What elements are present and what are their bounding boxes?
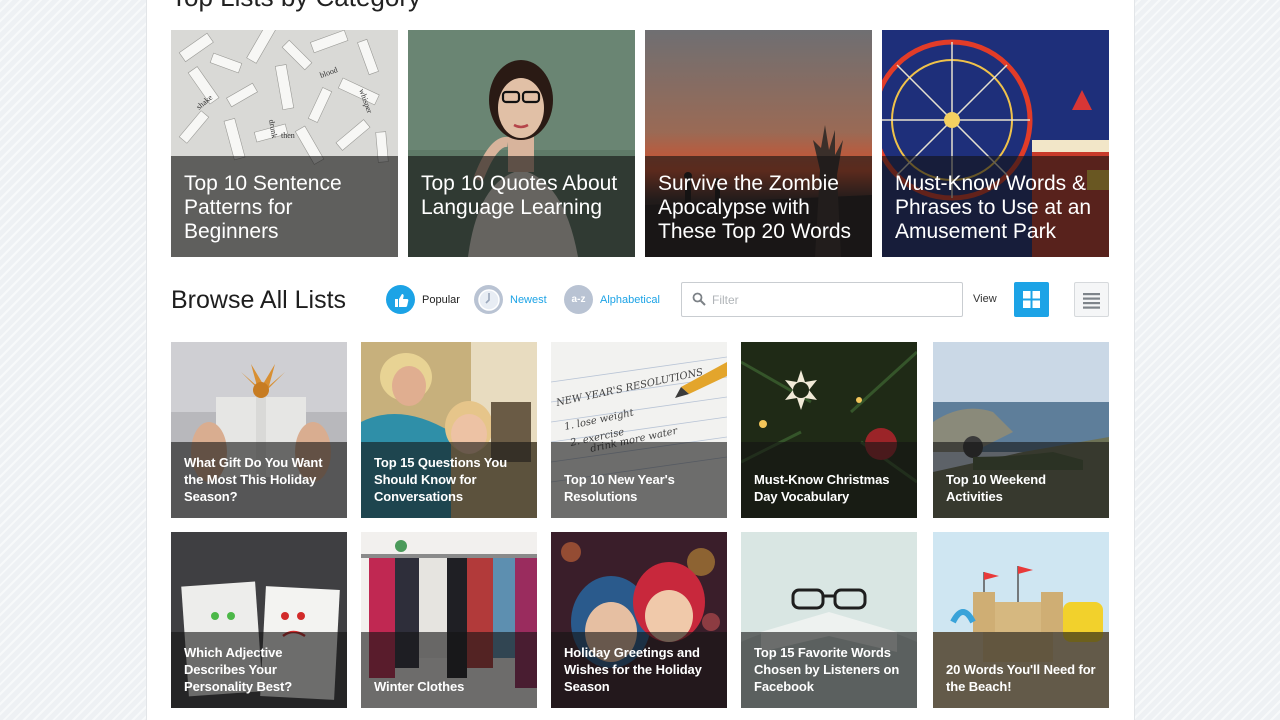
featured-card-sentence-patterns[interactable]: shake drunk blood then whisper Top 10 Se…	[171, 30, 398, 257]
list-card-title: Top 10 Weekend Activities	[946, 472, 1046, 504]
featured-card-amusement-park[interactable]: Must-Know Words & Phrases to Use at an A…	[882, 30, 1109, 257]
grid-view-button[interactable]	[1014, 282, 1049, 317]
list-card-title: Top 10 New Year's Resolutions	[564, 472, 675, 504]
list-card-christmas[interactable]: Must-Know Christmas Day Vocabulary	[741, 342, 917, 518]
list-view-button[interactable]	[1074, 282, 1109, 317]
featured-card-title: Top 10 Quotes About Language Learning	[421, 172, 618, 219]
featured-card-zombie[interactable]: Survive the Zombie Apocalypse with These…	[645, 30, 872, 257]
woman-glasses-image	[408, 30, 635, 257]
list-card-adjective[interactable]: Which Adjective Describes Your Personali…	[171, 532, 347, 708]
list-card-favorite-words[interactable]: Top 15 Favorite Words Chosen by Listener…	[741, 532, 917, 708]
list-card-title: Winter Clothes	[374, 679, 465, 694]
filter-field[interactable]	[681, 282, 963, 317]
list-card-title: Must-Know Christmas Day Vocabulary	[754, 472, 890, 504]
list-card-holiday-greetings[interactable]: Holiday Greetings and Wishes for the Hol…	[551, 532, 727, 708]
sort-popular[interactable]: Popular	[386, 285, 460, 314]
list-card-winter-clothes[interactable]: Winter Clothes	[361, 532, 537, 708]
sort-newest-label: Newest	[510, 293, 547, 306]
list-card-gift[interactable]: What Gift Do You Want the Most This Holi…	[171, 342, 347, 518]
list-card-questions[interactable]: Top 15 Questions You Should Know for Con…	[361, 342, 537, 518]
search-icon	[692, 292, 706, 306]
svg-text:then: then	[281, 131, 295, 140]
list-card-title: Which Adjective Describes Your Personali…	[184, 645, 293, 694]
view-label: View	[973, 293, 997, 305]
sort-popular-label: Popular	[422, 293, 460, 306]
clock-icon	[474, 285, 503, 314]
list-card-title: What Gift Do You Want the Most This Holi…	[184, 455, 323, 504]
featured-card-title: Top 10 Sentence Patterns for Beginners	[184, 172, 342, 243]
filter-input[interactable]	[712, 289, 952, 311]
grid-icon	[1023, 291, 1040, 308]
list-card-title: 20 Words You'll Need for the Beach!	[946, 662, 1096, 694]
list-card-beach[interactable]: 20 Words You'll Need for the Beach!	[933, 532, 1109, 708]
section-heading: Top Lists by Category	[171, 0, 421, 13]
a-z-icon: a-z	[564, 285, 593, 314]
sort-alphabetical-label: Alphabetical	[600, 293, 660, 306]
featured-card-title: Must-Know Words & Phrases to Use at an A…	[895, 172, 1092, 243]
browse-title: Browse All Lists	[171, 286, 347, 314]
featured-lists: shake drunk blood then whisper Top 10 Se…	[171, 30, 1109, 257]
a-z-icon-text: a-z	[571, 294, 586, 305]
featured-card-quotes[interactable]: Top 10 Quotes About Language Learning	[408, 30, 635, 257]
sort-alphabetical[interactable]: a-z Alphabetical	[564, 285, 660, 314]
list-icon	[1083, 293, 1100, 309]
list-card-weekend[interactable]: Top 10 Weekend Activities	[933, 342, 1109, 518]
list-card-title: Holiday Greetings and Wishes for the Hol…	[564, 645, 702, 694]
sort-newest[interactable]: Newest	[474, 285, 547, 314]
list-card-title: Top 15 Questions You Should Know for Con…	[374, 455, 508, 504]
list-card-resolutions[interactable]: NEW YEAR'S RESOLUTIONS 1. lose weight 2.…	[551, 342, 727, 518]
featured-card-title: Survive the Zombie Apocalypse with These…	[658, 172, 851, 243]
thumbs-up-icon	[386, 285, 415, 314]
list-card-title: Top 15 Favorite Words Chosen by Listener…	[754, 645, 900, 694]
